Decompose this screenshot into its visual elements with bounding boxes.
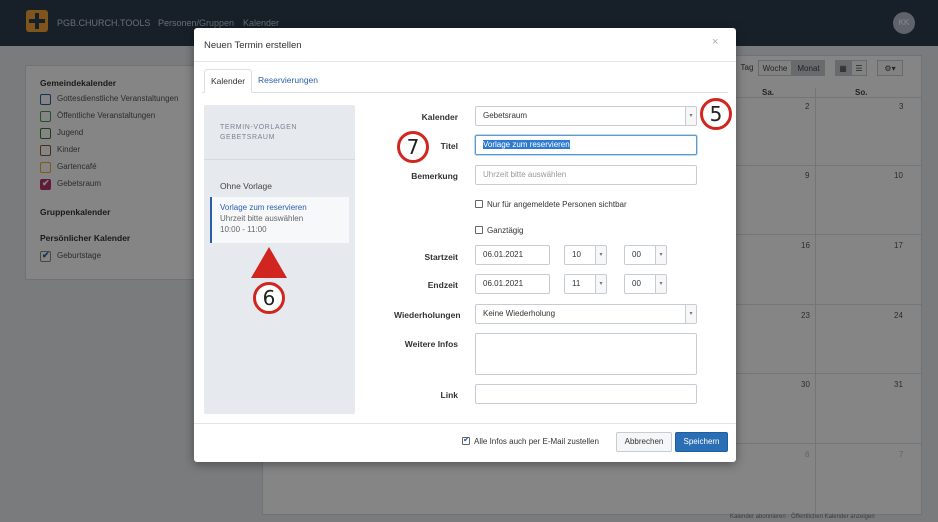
checkbox-label: Ganztägig	[487, 226, 524, 235]
template-item-selected[interactable]: Vorlage zum reservieren Uhrzeit bitte au…	[210, 197, 349, 243]
close-icon[interactable]: ×	[712, 36, 718, 48]
start-date-input[interactable]: 06.01.2021	[475, 245, 550, 265]
label-endzeit: Endzeit	[427, 280, 458, 290]
dialog-title: Neuen Termin erstellen	[204, 40, 302, 51]
weitere-infos-textarea[interactable]	[475, 333, 697, 375]
divider	[194, 423, 736, 424]
template-subtitle: Uhrzeit bitte auswählen	[220, 214, 304, 223]
label-startzeit: Startzeit	[424, 252, 458, 262]
link-input[interactable]	[475, 384, 697, 404]
select-value: 10	[572, 250, 581, 259]
check-icon: ✔	[463, 435, 470, 444]
wiederholungen-select[interactable]: Keine Wiederholung ▾	[475, 304, 697, 324]
titel-input[interactable]: Vorlage zum reservieren	[475, 135, 697, 155]
template-none[interactable]: Ohne Vorlage	[220, 181, 272, 191]
start-hour-select[interactable]: 10 ▾	[564, 245, 607, 265]
divider	[204, 159, 355, 160]
template-time: 10:00 - 11:00	[220, 225, 267, 234]
select-value: Keine Wiederholung	[483, 309, 556, 318]
label-link: Link	[440, 390, 458, 400]
label-kalender: Kalender	[421, 112, 458, 122]
end-date-input[interactable]: 06.01.2021	[475, 274, 550, 294]
chevron-down-icon: ▾	[655, 246, 666, 264]
ganztaegig-checkbox[interactable]: Ganztägig	[475, 226, 523, 235]
template-heading: TERMIN-VORLAGEN GEBETSRAUM	[220, 124, 298, 141]
cancel-button[interactable]: Abbrechen	[616, 432, 672, 452]
new-event-dialog: Neuen Termin erstellen × Kalender Reserv…	[194, 28, 736, 462]
bemerkung-input[interactable]: Uhrzeit bitte auswählen	[475, 165, 697, 185]
divider	[194, 61, 736, 62]
end-hour-select[interactable]: 11 ▾	[564, 274, 607, 294]
checkbox-label: Nur für angemeldete Personen sichtbar	[487, 200, 627, 209]
select-value: 11	[572, 279, 581, 288]
label-wiederholungen: Wiederholungen	[394, 310, 461, 320]
annotation-badge-6: 6	[253, 282, 285, 314]
chevron-down-icon: ▾	[595, 246, 606, 264]
save-button[interactable]: Speichern	[675, 432, 728, 452]
chevron-down-icon: ▾	[655, 275, 666, 293]
chevron-down-icon: ▾	[595, 275, 606, 293]
select-value: 00	[632, 279, 641, 288]
kalender-select-value: Gebetsraum	[483, 111, 528, 120]
annotation-badge-7: 7	[397, 131, 429, 163]
template-title: Vorlage zum reservieren	[220, 203, 307, 212]
start-minute-select[interactable]: 00 ▾	[624, 245, 667, 265]
annotation-badge-5: 5	[700, 98, 732, 130]
only-logged-in-checkbox[interactable]: Nur für angemeldete Personen sichtbar	[475, 200, 627, 209]
chevron-down-icon: ▾	[685, 107, 696, 125]
chevron-down-icon: ▾	[685, 305, 696, 323]
kalender-select[interactable]: Gebetsraum ▾	[475, 106, 697, 126]
select-value: 00	[632, 250, 641, 259]
checkbox-label: Alle Infos auch per E-Mail zustellen	[474, 437, 599, 446]
label-bemerkung: Bemerkung	[411, 171, 458, 181]
checkbox[interactable]	[475, 226, 483, 234]
titel-input-value: Vorlage zum reservieren	[483, 140, 570, 149]
tab-reservierungen[interactable]: Reservierungen	[252, 69, 324, 93]
end-minute-select[interactable]: 00 ▾	[624, 274, 667, 294]
label-weitere-infos: Weitere Infos	[404, 339, 458, 349]
tab-kalender[interactable]: Kalender	[204, 69, 253, 93]
email-checkbox[interactable]: ✔ Alle Infos auch per E-Mail zustellen	[462, 435, 599, 446]
checkbox[interactable]: ✔	[462, 435, 470, 445]
annotation-arrow-up-icon	[251, 247, 287, 278]
checkbox[interactable]	[475, 200, 483, 208]
